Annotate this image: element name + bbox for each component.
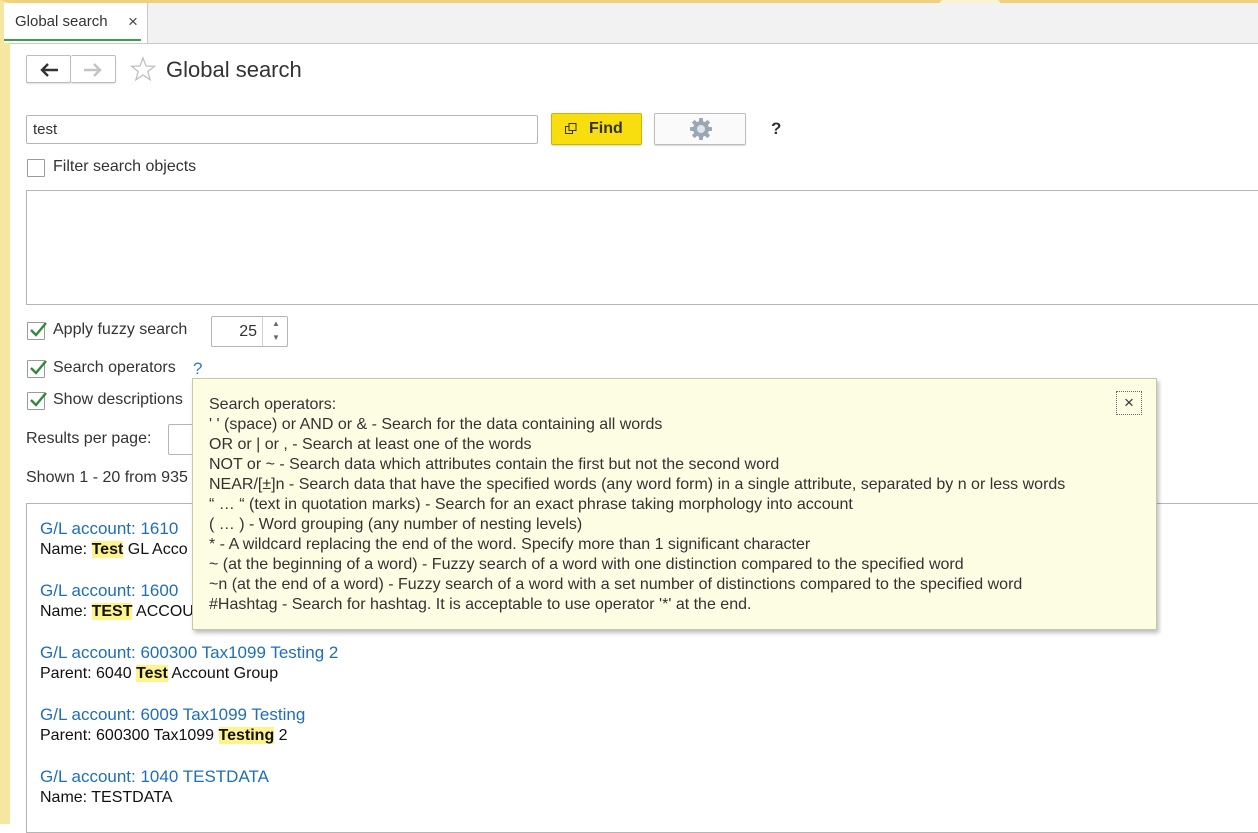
- tooltip-line: Search operators:: [209, 396, 337, 413]
- search-input[interactable]: [26, 115, 538, 144]
- result-description: Parent: 6040 Test Account Group: [40, 664, 338, 684]
- filter-objects-checkbox[interactable]: [27, 159, 45, 177]
- tooltip-line: ( … ) - Word grouping (any number of nes…: [209, 516, 583, 533]
- find-label: Find: [589, 120, 623, 137]
- result-desc-suffix: Account Group: [167, 665, 279, 682]
- shown-count: Shown 1 - 20 from 935: [26, 469, 188, 486]
- search-operators-tooltip: × Search operators: ' ' (space) or AND o…: [192, 378, 1157, 630]
- gear-icon: [690, 118, 712, 140]
- tab-bar: Global search ×: [4, 3, 1258, 44]
- search-operators-checkbox[interactable]: [27, 360, 47, 378]
- fuzzy-level-stepper[interactable]: 25 ▲ ▼: [211, 316, 288, 347]
- result-link[interactable]: G/L account: 1610: [40, 519, 188, 539]
- back-arrow-icon: [40, 63, 58, 77]
- find-icon: [565, 123, 577, 134]
- fuzzy-level-value: 25: [239, 323, 257, 340]
- list-item: G/L account: 1610 Name: Test GL Acco: [40, 519, 188, 560]
- result-desc-prefix: Name: TESTDATA: [40, 789, 173, 806]
- search-match: Testing: [218, 727, 275, 744]
- close-icon[interactable]: ×: [128, 12, 138, 32]
- list-item: G/L account: 1040 TESTDATA Name: TESTDAT…: [40, 767, 269, 808]
- result-link[interactable]: G/L account: 6009 Tax1099 Testing: [40, 705, 305, 725]
- search-objects-list[interactable]: [26, 190, 1258, 305]
- result-desc-suffix: ACCOU: [132, 603, 194, 620]
- back-button[interactable]: [26, 55, 71, 83]
- result-description: Name: TESTDATA: [40, 788, 269, 808]
- tab-global-search[interactable]: Global search ×: [4, 3, 148, 43]
- search-operators-label: Search operators: [53, 359, 176, 376]
- result-desc-prefix: Parent: 6040: [40, 665, 137, 682]
- tooltip-line: #Hashtag - Search for hashtag. It is acc…: [209, 596, 752, 613]
- show-descriptions-label: Show descriptions: [53, 391, 183, 408]
- star-icon[interactable]: [130, 56, 156, 82]
- result-desc-prefix: Parent: 600300 Tax1099: [40, 727, 219, 744]
- stepper-arrows: ▲ ▼: [262, 317, 287, 346]
- tooltip-line: * - A wildcard replacing the end of the …: [209, 536, 811, 553]
- result-link[interactable]: G/L account: 1600: [40, 581, 194, 601]
- list-item: G/L account: 6009 Tax1099 Testing Parent…: [40, 705, 305, 746]
- tooltip-line: ~ (at the beginning of a word) - Fuzzy s…: [209, 556, 964, 573]
- checkmark-icon: [30, 392, 47, 407]
- result-description: Name: TEST ACCOU: [40, 602, 194, 622]
- results-per-page-label: Results per page:: [26, 430, 152, 447]
- show-descriptions-checkbox[interactable]: [27, 392, 47, 410]
- result-desc-suffix: 2: [274, 727, 288, 744]
- result-desc-prefix: Name:: [40, 541, 92, 558]
- tooltip-line: ~n (at the end of a word) - Fuzzy search…: [209, 576, 1023, 593]
- result-link[interactable]: G/L account: 1040 TESTDATA: [40, 767, 269, 787]
- search-settings-button[interactable]: [654, 113, 746, 145]
- tooltip-line: “ … “ (text in quotation marks) - Search…: [209, 496, 853, 513]
- forward-button[interactable]: [71, 55, 116, 83]
- tooltip-line: OR or | or , - Search at least one of th…: [209, 436, 532, 453]
- search-match: Test: [136, 665, 168, 682]
- result-link[interactable]: G/L account: 600300 Tax1099 Testing 2: [40, 643, 338, 663]
- list-item: G/L account: 600300 Tax1099 Testing 2 Pa…: [40, 643, 338, 684]
- close-icon[interactable]: ×: [1116, 391, 1142, 415]
- active-tab-indicator: [4, 39, 141, 41]
- fuzzy-search-label: Apply fuzzy search: [53, 321, 188, 338]
- list-item: G/L account: 1600 Name: TEST ACCOU: [40, 581, 194, 622]
- forward-arrow-icon: [84, 63, 102, 77]
- tab-label: Global search: [15, 13, 108, 30]
- checkmark-icon: [30, 360, 47, 375]
- find-button[interactable]: Find: [551, 113, 642, 145]
- chevron-up-icon[interactable]: ▲: [272, 319, 280, 328]
- tooltip-line: ' ' (space) or AND or & - Search for the…: [209, 416, 663, 433]
- tooltip-line: NOT or ~ - Search data which attributes …: [209, 456, 780, 473]
- operators-help-button[interactable]: ?: [193, 359, 202, 379]
- filter-objects-label: Filter search objects: [53, 158, 197, 175]
- result-desc-suffix: GL Acco: [123, 541, 188, 558]
- chevron-down-icon[interactable]: ▼: [272, 333, 280, 342]
- page-title: Global search: [166, 57, 302, 82]
- search-match: Test: [91, 541, 124, 558]
- fuzzy-search-checkbox[interactable]: [27, 322, 47, 340]
- tooltip-line: NEAR/[±]n - Search data that have the sp…: [209, 476, 1066, 493]
- result-description: Name: Test GL Acco: [40, 540, 188, 560]
- result-description: Parent: 600300 Tax1099 Testing 2: [40, 726, 305, 746]
- tooltip-text: Search operators: ' ' (space) or AND or …: [209, 395, 1065, 615]
- result-desc-prefix: Name:: [40, 603, 92, 620]
- search-match: TEST: [91, 603, 133, 620]
- checkmark-icon: [30, 322, 47, 337]
- help-button[interactable]: ?: [771, 119, 781, 139]
